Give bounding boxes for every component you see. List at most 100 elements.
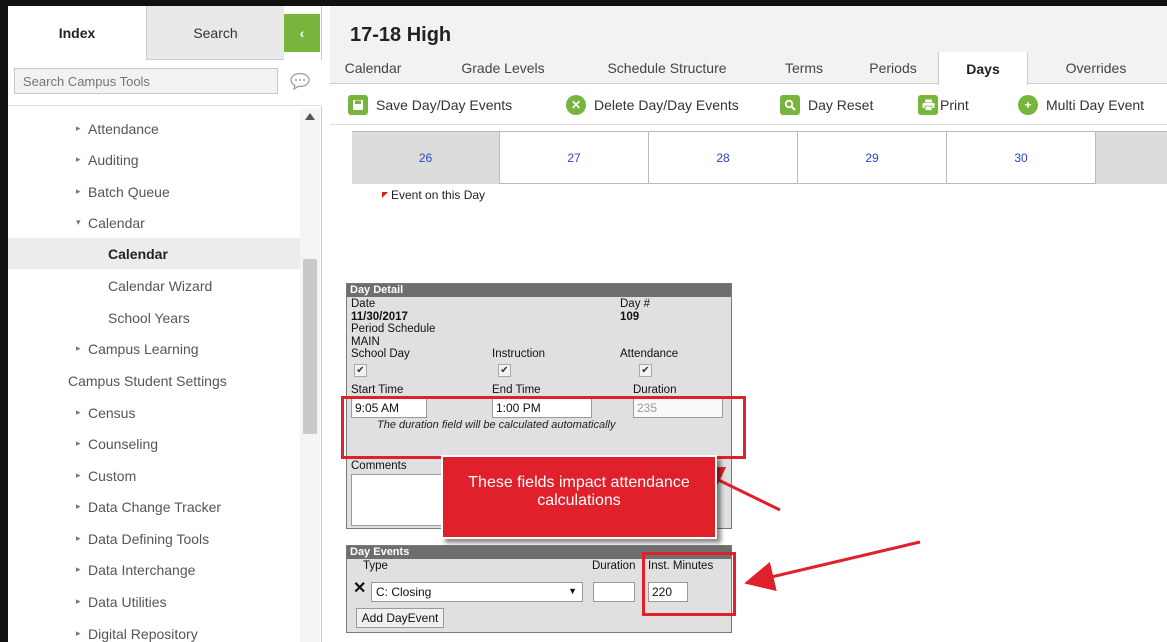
sidebar: Index Search ‹ ▸ Attendance ▸ Auditing ▸ Batc… (8, 6, 322, 642)
search-campus-tools-input[interactable] (14, 68, 278, 94)
attendance-checkbox[interactable]: ✔ (639, 364, 652, 377)
calendar-day-cell[interactable]: 29 (798, 132, 947, 184)
end-time-label: End Time (492, 384, 541, 396)
sidebar-item[interactable]: Calendar (8, 238, 300, 269)
tab-search[interactable]: Search (146, 6, 284, 60)
sidebar-item-label: Digital Repository (88, 625, 198, 642)
comments-label: Comments (351, 460, 407, 472)
caret-right-icon: ▸ (76, 564, 81, 574)
save-day-events-button[interactable]: Save Day/Day Events (348, 93, 512, 117)
type-column-label: Type (363, 560, 388, 572)
print-label: Print (940, 97, 969, 113)
sidebar-item[interactable]: ▸ Auditing (8, 144, 300, 175)
sidebar-item[interactable]: ▸ Data Interchange (8, 554, 300, 585)
annotation-callout: These fields impact attendance calculati… (441, 455, 717, 539)
search-icon (780, 95, 800, 115)
caret-right-icon: ▸ (76, 501, 81, 511)
caret-right-icon: ▸ (76, 407, 81, 417)
instruction-checkbox[interactable]: ✔ (498, 364, 511, 377)
date-label: Date (351, 298, 376, 310)
sidebar-item-label: Custom (88, 467, 137, 484)
day-number-value: 109 (620, 311, 640, 323)
sidebar-item-label: Data Change Tracker (88, 498, 222, 515)
save-icon (348, 95, 368, 115)
tab-terms[interactable]: Terms (774, 52, 834, 84)
multi-day-event-button[interactable]: + Multi Day Event (1018, 93, 1144, 117)
tab-overrides[interactable]: Overrides (1046, 52, 1146, 84)
start-time-label: Start Time (351, 384, 404, 396)
sidebar-scrollbar[interactable] (300, 109, 320, 642)
sidebar-item[interactable]: School Years (8, 302, 300, 333)
sidebar-item-label: Auditing (88, 151, 139, 168)
caret-down-icon: ▾ (76, 217, 81, 227)
sidebar-item-label: Data Utilities (88, 593, 167, 610)
toolbar: Save Day/Day Events ✕ Delete Day/Day Eve… (330, 85, 1167, 125)
sidebar-item-label: Data Defining Tools (88, 530, 210, 547)
multi-day-event-label: Multi Day Event (1046, 97, 1145, 113)
tab-calendar[interactable]: Calendar (338, 52, 408, 84)
calendar-day-cell[interactable]: 28 (649, 132, 798, 184)
search-row (8, 60, 322, 106)
sidebar-item-label: Census (88, 404, 136, 421)
event-legend-label: Event on this Day (391, 188, 486, 202)
sidebar-item[interactable]: ▸ Counseling (8, 428, 300, 459)
calendar-tabs: Calendar Grade Levels Schedule Structure… (330, 52, 1167, 85)
caret-right-icon: ▸ (76, 628, 81, 638)
sidebar-item[interactable]: ▸ Campus Learning (8, 333, 300, 364)
school-day-label: School Day (351, 348, 410, 360)
sidebar-item-label: School Years (108, 309, 190, 326)
sidebar-item[interactable]: ▸ Data Utilities (8, 586, 300, 617)
highlight-time-fields (341, 396, 746, 459)
sidebar-item[interactable]: Campus Student Settings (8, 365, 300, 396)
sidebar-item[interactable]: ▸ Data Defining Tools (8, 523, 300, 554)
sidebar-item[interactable]: ▸ Census (8, 397, 300, 428)
calendar-day-cell[interactable]: 26 (352, 132, 500, 184)
tab-periods[interactable]: Periods (858, 52, 928, 84)
sidebar-item[interactable]: ▸ Digital Repository (8, 618, 300, 642)
main-header (330, 6, 1167, 52)
date-value: 11/30/2017 (351, 311, 408, 323)
print-icon (918, 95, 938, 115)
scroll-up-arrow-icon[interactable] (305, 113, 315, 120)
highlight-inst-minutes (642, 552, 736, 616)
sidebar-item[interactable]: ▾ Calendar (8, 207, 300, 238)
sidebar-item[interactable]: ▸ Attendance (8, 113, 300, 144)
chat-bubble-icon[interactable] (290, 72, 310, 90)
sidebar-tabs: Index Search ‹ (8, 6, 322, 60)
tab-schedule-structure[interactable]: Schedule Structure (592, 52, 742, 84)
dropdown-arrow-icon: ▼ (568, 586, 577, 596)
sidebar-item[interactable]: ▸ Custom (8, 460, 300, 491)
caret-right-icon: ▸ (76, 470, 81, 480)
calendar-day-cell[interactable]: 30 (947, 132, 1096, 184)
day-reset-button[interactable]: Day Reset (780, 93, 873, 117)
tab-index[interactable]: Index (8, 6, 146, 60)
sidebar-item[interactable]: ▸ Batch Queue (8, 176, 300, 207)
save-day-events-label: Save Day/Day Events (376, 97, 513, 113)
tab-grade-levels[interactable]: Grade Levels (448, 52, 558, 84)
sidebar-item[interactable]: ▸ Data Change Tracker (8, 491, 300, 522)
delete-event-icon[interactable]: ✕ (353, 581, 366, 597)
collapse-sidebar-button[interactable]: ‹ (284, 14, 320, 52)
page-title: 17-18 High (350, 24, 452, 46)
chevron-left-icon: ‹ (299, 25, 305, 41)
tab-days[interactable]: Days (938, 52, 1028, 85)
day-reset-label: Day Reset (808, 97, 874, 113)
delete-day-events-label: Delete Day/Day Events (594, 97, 739, 113)
sidebar-item-label: Counseling (88, 435, 159, 452)
add-day-event-button[interactable]: Add DayEvent (356, 608, 444, 628)
delete-icon: ✕ (566, 95, 586, 115)
caret-right-icon: ▸ (76, 438, 81, 448)
sidebar-item-label: Attendance (88, 120, 159, 137)
event-type-select[interactable]: C: Closing ▼ (371, 582, 583, 602)
delete-day-events-button[interactable]: ✕ Delete Day/Day Events (566, 93, 739, 117)
scrollbar-thumb[interactable] (303, 259, 317, 434)
caret-right-icon: ▸ (76, 533, 81, 543)
calendar-day-cell[interactable]: 27 (500, 132, 649, 184)
print-button[interactable]: Print (918, 93, 969, 117)
school-day-checkbox[interactable]: ✔ (354, 364, 367, 377)
event-duration-input[interactable] (593, 582, 635, 602)
event-marker-icon (382, 192, 388, 198)
caret-right-icon: ▸ (76, 596, 81, 606)
sidebar-item[interactable]: Calendar Wizard (8, 270, 300, 301)
calendar-day-cell-weekend[interactable] (1096, 132, 1167, 184)
